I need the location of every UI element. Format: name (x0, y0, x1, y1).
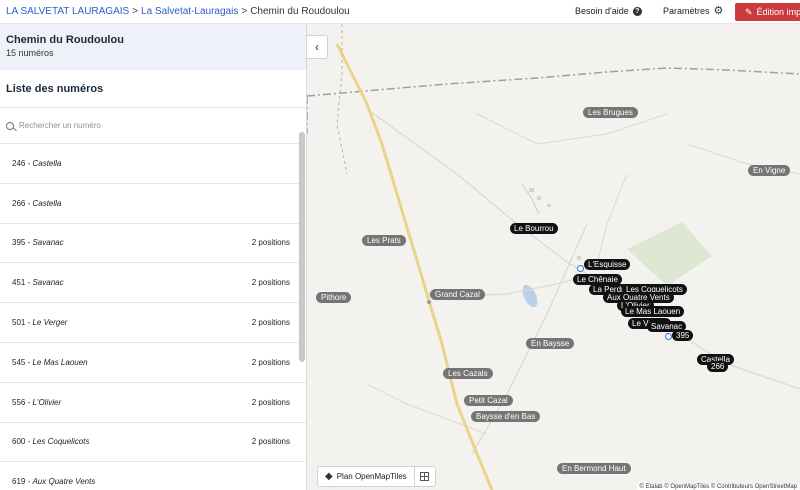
breadcrumb-separator: > (132, 6, 139, 17)
map-style-switcher: ◆ Plan OpenMapTiles (317, 466, 436, 487)
layers-icon: ◆ (325, 471, 333, 482)
help-link[interactable]: Besoin d'aide ? (575, 6, 642, 16)
map-style-button[interactable]: ◆ Plan OpenMapTiles (318, 467, 415, 486)
breadcrumb-commune-link[interactable]: LA SALVETAT LAURAGAIS (6, 6, 129, 17)
edit-mode-label: Édition impo (756, 7, 800, 17)
settings-link[interactable]: Paramètres ⚙ (663, 4, 724, 17)
list-item-label: 501 - Le Verger (12, 318, 68, 328)
place-label: Grand Cazal (430, 289, 485, 300)
top-bar: LA SALVETAT LAURAGAIS > La Salvetat-Laurag… (0, 0, 800, 24)
place-label: Pithore (316, 292, 352, 303)
map-attribution: © Etalab © OpenMapTiles © Contributeurs … (636, 484, 800, 490)
list-item-label: 395 - Savanac (12, 238, 64, 248)
place-label: Petit Cazal (464, 395, 513, 406)
breadcrumb-current: Chemin du Roudoulou (250, 6, 350, 17)
search-input[interactable] (19, 121, 279, 130)
list-item[interactable]: 246 - Castella (0, 144, 306, 184)
address-label[interactable]: L'Esquisse (584, 259, 631, 270)
gear-icon: ⚙ (713, 4, 724, 17)
street-name: Chemin du Roudoulou (6, 34, 124, 46)
positions-count: 2 positions (251, 318, 290, 328)
list-item-label: 451 - Savanac (12, 278, 64, 288)
place-label: Les Prats (362, 235, 406, 246)
cadastre-toggle-button[interactable] (415, 467, 435, 486)
address-label[interactable]: 395 (672, 330, 694, 341)
edit-mode-button[interactable]: ✎ Édition impo (735, 3, 800, 21)
place-label: Baysse d'en Bas (471, 411, 541, 422)
street-header: Chemin du Roudoulou 15 numéros (0, 24, 306, 70)
number-list: 246 - Castella 266 - Castella 395 - Sava… (0, 144, 306, 490)
search-icon (6, 121, 14, 130)
positions-count: 2 positions (251, 278, 290, 288)
address-label[interactable]: Le Bourrou (510, 223, 558, 234)
sidebar: Chemin du Roudoulou 15 numéros Liste des… (0, 24, 307, 490)
list-item-label: 619 - Aux Quatre Vents (12, 477, 96, 487)
positions-count: 2 positions (251, 357, 290, 367)
chevron-left-icon: ‹ (315, 40, 319, 54)
question-icon: ? (632, 6, 642, 16)
map-style-label: Plan OpenMapTiles (336, 472, 407, 481)
place-label: Les Cazals (443, 368, 493, 379)
breadcrumb-separator: > (241, 6, 248, 17)
list-item-label: 266 - Castella (12, 198, 62, 208)
positions-count: 2 positions (251, 437, 290, 447)
address-marker[interactable] (665, 333, 672, 340)
list-item-label: 600 - Les Coquelicots (12, 437, 90, 447)
map-view[interactable]: ‹ Les Brugues En Vigne Les Prats Pithore… (307, 24, 800, 490)
list-item[interactable]: 619 - Aux Quatre Vents (0, 462, 306, 490)
list-title: Liste des numéros (6, 83, 104, 95)
address-label[interactable]: Le Mas Laouen (621, 306, 685, 317)
positions-count: 2 positions (251, 397, 290, 407)
place-label: Les Brugues (583, 107, 638, 118)
list-item[interactable]: 501 - Le Verger 2 positions (0, 303, 306, 343)
place-label: En Baysse (526, 338, 575, 349)
address-label[interactable]: 266 (707, 361, 729, 372)
breadcrumb-locality-link[interactable]: La Salvetat-Lauragais (141, 6, 238, 17)
map-background (307, 24, 800, 490)
breadcrumb: LA SALVETAT LAURAGAIS > La Salvetat-Laurag… (6, 6, 350, 17)
list-item[interactable]: 600 - Les Coquelicots 2 positions (0, 423, 306, 463)
sidebar-scrollbar[interactable] (299, 132, 305, 362)
list-item[interactable]: 395 - Savanac 2 positions (0, 224, 306, 264)
place-label: En Bermond Haut (557, 463, 631, 474)
list-item-label: 556 - L'Olivier (12, 397, 62, 407)
settings-label: Paramètres (663, 6, 710, 16)
grid-icon (420, 472, 430, 481)
search-bar (0, 108, 306, 144)
address-marker[interactable] (577, 265, 584, 272)
list-item[interactable]: 556 - L'Olivier 2 positions (0, 383, 306, 423)
pencil-icon: ✎ (745, 6, 753, 17)
list-item-label: 545 - Le Mas Laouen (12, 357, 88, 367)
positions-count: 2 positions (251, 238, 290, 248)
list-item[interactable]: 451 - Savanac 2 positions (0, 263, 306, 304)
place-label: En Vigne (748, 165, 791, 176)
collapse-sidebar-button[interactable]: ‹ (307, 35, 328, 59)
list-item[interactable]: 266 - Castella (0, 184, 306, 224)
list-header: Liste des numéros (0, 70, 306, 108)
list-item[interactable]: 545 - Le Mas Laouen 2 positions (0, 343, 306, 383)
help-label: Besoin d'aide (575, 6, 629, 16)
list-item-label: 246 - Castella (12, 158, 62, 168)
street-number-count: 15 numéros (6, 48, 54, 58)
